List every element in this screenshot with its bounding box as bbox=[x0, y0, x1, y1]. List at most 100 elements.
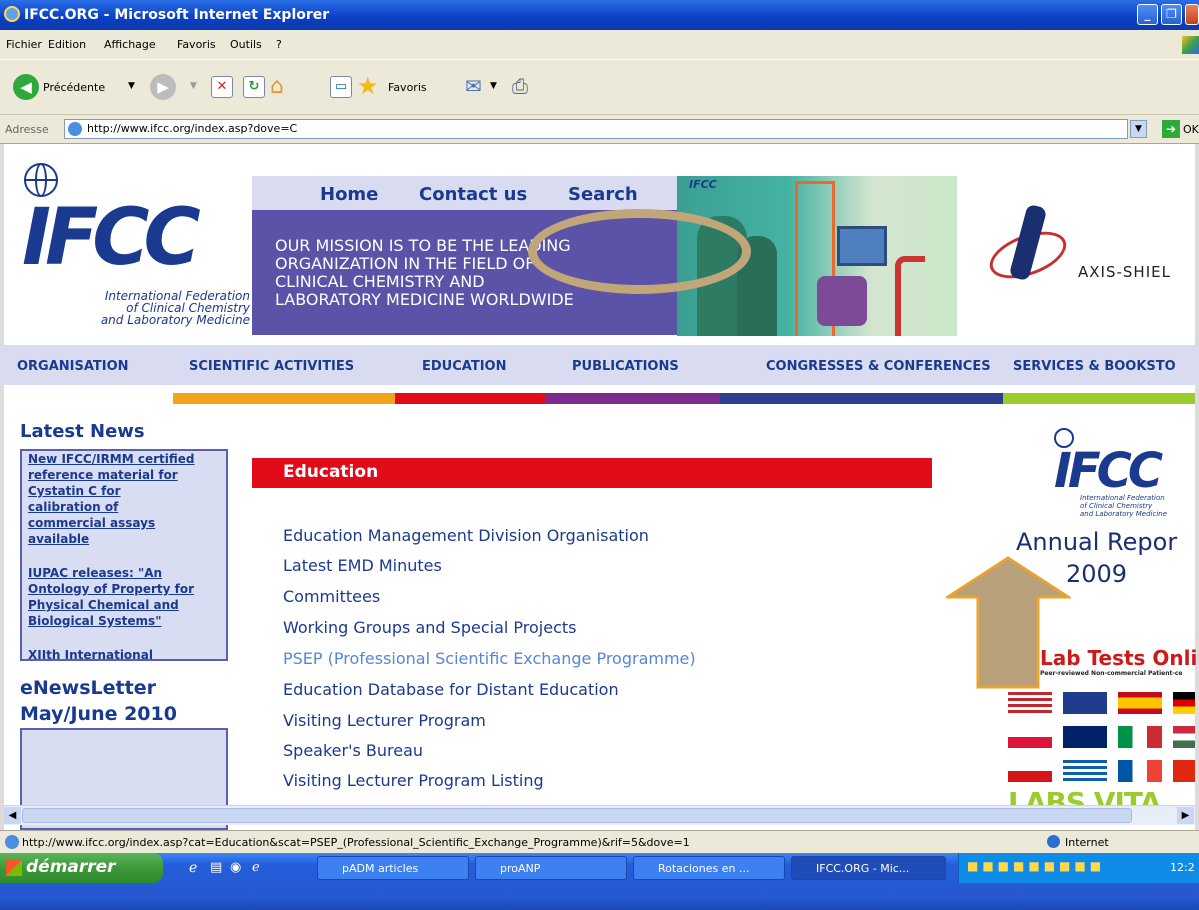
menu-favoris[interactable]: Favoris bbox=[177, 38, 216, 51]
flag-france-icon[interactable] bbox=[1118, 760, 1162, 782]
mail-icon[interactable]: ✉ bbox=[465, 74, 482, 98]
news-item[interactable]: New IFCC/IRMM certified reference materi… bbox=[22, 451, 226, 547]
news-item[interactable]: IUPAC releases: "An Ontology of Property… bbox=[22, 565, 226, 629]
task-label: proANP bbox=[500, 862, 541, 875]
news-item[interactable]: XIIth International Congress of Paediatr… bbox=[22, 647, 226, 659]
scroll-thumb[interactable] bbox=[22, 808, 1132, 823]
menu-fichier[interactable]: Fichier bbox=[6, 38, 42, 51]
status-zone: Internet bbox=[1065, 836, 1109, 849]
favorites-button[interactable]: Favoris bbox=[388, 81, 427, 94]
quicklaunch-browser-icon[interactable]: ℯ bbox=[252, 860, 260, 875]
link-visiting-lecturer[interactable]: Visiting Lecturer Program bbox=[283, 711, 486, 730]
color-strip-orange bbox=[173, 393, 395, 404]
flag-poland-icon[interactable] bbox=[1008, 726, 1052, 748]
scroll-right-icon[interactable]: ▶ bbox=[1177, 807, 1194, 824]
forward-dropdown-icon[interactable]: ▼ bbox=[190, 81, 197, 91]
flag-hungary-icon[interactable] bbox=[1173, 726, 1195, 748]
annual-report-logo-sub: International Federation of Clinical Che… bbox=[1080, 494, 1168, 518]
address-dropdown-icon[interactable]: ▼ bbox=[1130, 120, 1147, 138]
internet-globe-icon bbox=[1047, 835, 1060, 848]
mail-dropdown-icon[interactable]: ▼ bbox=[490, 81, 497, 91]
category-nav: ORGANISATION SCIENTIFIC ACTIVITIES EDUCA… bbox=[0, 345, 1199, 385]
scroll-left-icon[interactable]: ◀ bbox=[4, 807, 21, 824]
forward-arrow-icon[interactable]: ▶ bbox=[150, 74, 176, 100]
flag-italy-icon[interactable] bbox=[1118, 726, 1162, 748]
stop-icon[interactable]: ✕ bbox=[211, 76, 233, 98]
task-padm-articles[interactable]: pADM articles bbox=[317, 856, 469, 880]
flag-germany-icon[interactable] bbox=[1173, 692, 1195, 714]
ifcc-logo[interactable]: IFCC bbox=[22, 198, 201, 278]
menu-outils[interactable]: Outils bbox=[230, 38, 262, 51]
lab-tests-online[interactable]: Lab Tests Onli bbox=[1040, 646, 1197, 670]
lab-tests-subtitle: Peer-reviewed Non-commercial Patient-ce bbox=[1040, 670, 1183, 677]
flag-czech-icon[interactable] bbox=[1008, 760, 1052, 782]
cat-services[interactable]: SERVICES & BOOKSTO bbox=[1013, 359, 1176, 374]
annual-report-year: 2009 bbox=[1066, 560, 1128, 588]
status-page-icon bbox=[5, 835, 19, 849]
back-dropdown-icon[interactable]: ▼ bbox=[128, 81, 135, 91]
task-proanp[interactable]: proANP bbox=[475, 856, 627, 880]
link-lecturer-listing[interactable]: Visiting Lecturer Program Listing bbox=[283, 771, 544, 790]
color-strip-blue bbox=[720, 393, 1003, 404]
refresh-icon[interactable]: ↻ bbox=[243, 76, 265, 98]
enewsletter-heading[interactable]: eNewsLetter May/June 2010 bbox=[20, 675, 177, 727]
cat-publications[interactable]: PUBLICATIONS bbox=[572, 359, 679, 374]
cat-scientific[interactable]: SCIENTIFIC ACTIVITIES bbox=[189, 359, 354, 374]
back-arrow-icon[interactable]: ◀ bbox=[13, 74, 39, 100]
cat-organisation[interactable]: ORGANISATION bbox=[17, 359, 129, 374]
section-title: Education bbox=[252, 458, 932, 488]
quicklaunch-desktop-icon[interactable]: ▤ bbox=[210, 860, 222, 875]
task-ifcc[interactable]: IFCC.ORG - Mic... bbox=[791, 856, 946, 880]
color-strip-purple bbox=[545, 393, 720, 404]
cat-education[interactable]: EDUCATION bbox=[422, 359, 506, 374]
link-committees[interactable]: Committees bbox=[283, 587, 380, 606]
link-education-database[interactable]: Education Database for Distant Education bbox=[283, 680, 619, 699]
flag-uk-icon[interactable] bbox=[1063, 692, 1107, 714]
task-rotaciones[interactable]: Rotaciones en ... bbox=[633, 856, 785, 880]
link-psep[interactable]: PSEP (Professional Scientific Exchange P… bbox=[283, 649, 696, 668]
flag-greece-icon[interactable] bbox=[1063, 760, 1107, 782]
nav-search[interactable]: Search bbox=[568, 184, 638, 205]
print-icon[interactable]: ⎙ bbox=[512, 74, 528, 98]
favorites-star-icon[interactable]: ★ bbox=[357, 72, 379, 100]
menu-affichage[interactable]: Affichage bbox=[104, 38, 156, 51]
color-strip-green bbox=[1003, 393, 1195, 404]
flag-us-icon[interactable] bbox=[1008, 692, 1052, 714]
home-icon[interactable]: ⌂ bbox=[270, 74, 296, 100]
link-emd-minutes[interactable]: Latest EMD Minutes bbox=[283, 556, 442, 575]
start-button[interactable]: démarrer bbox=[0, 853, 163, 883]
nav-contact[interactable]: Contact us bbox=[419, 184, 527, 205]
address-input[interactable]: http://www.ifcc.org/index.asp?dove=C bbox=[64, 119, 1128, 139]
globe-icon bbox=[24, 163, 58, 197]
window-titlebar[interactable]: IFCC.ORG - Microsoft Internet Explorer _… bbox=[0, 0, 1199, 30]
flag-australia-icon[interactable] bbox=[1063, 726, 1107, 748]
quicklaunch-ie-icon[interactable]: ℯ bbox=[189, 860, 197, 876]
toolbar: ◀ Précédente ▼ ▶ ▼ ✕ ↻ ⌂ ▭ ★ Favoris ✉ ▼… bbox=[0, 60, 1199, 115]
nav-home[interactable]: Home bbox=[320, 184, 378, 205]
windows-flag-icon bbox=[1182, 36, 1199, 54]
back-button[interactable]: Précédente bbox=[43, 81, 105, 94]
annual-report-title[interactable]: Annual Repor bbox=[1016, 528, 1177, 556]
link-emd-organisation[interactable]: Education Management Division Organisati… bbox=[283, 526, 649, 545]
news-scroller: New IFCC/IRMM certified reference materi… bbox=[20, 449, 228, 661]
annual-report-logo[interactable]: IFCC bbox=[1054, 446, 1163, 496]
flag-china-icon[interactable] bbox=[1173, 760, 1195, 782]
minimize-button[interactable]: _ bbox=[1137, 4, 1158, 25]
quicklaunch-media-icon[interactable]: ◉ bbox=[230, 860, 241, 875]
horizontal-scrollbar[interactable]: ◀ ▶ bbox=[4, 805, 1195, 825]
close-button[interactable] bbox=[1185, 4, 1199, 25]
latest-news-heading: Latest News bbox=[20, 421, 145, 442]
flag-spain-icon[interactable] bbox=[1118, 692, 1162, 714]
menu-edition[interactable]: Edition bbox=[48, 38, 86, 51]
cat-congresses[interactable]: CONGRESSES & CONFERENCES bbox=[766, 359, 991, 374]
go-button[interactable]: OK bbox=[1183, 123, 1199, 136]
menu-help[interactable]: ? bbox=[276, 38, 282, 51]
media-icon[interactable]: ▭ bbox=[330, 76, 352, 98]
maximize-button[interactable]: ❐ bbox=[1161, 4, 1182, 25]
menu-bar: Fichier Edition Affichage Favoris Outils… bbox=[0, 30, 1199, 60]
link-speakers-bureau[interactable]: Speaker's Bureau bbox=[283, 741, 423, 760]
sponsor-name[interactable]: AXIS-SHIEL bbox=[1078, 263, 1171, 281]
tray-icons[interactable]: ■■■■■■■■■ bbox=[967, 859, 1105, 873]
link-working-groups[interactable]: Working Groups and Special Projects bbox=[283, 618, 576, 637]
go-arrow-icon[interactable]: ➔ bbox=[1162, 120, 1180, 138]
